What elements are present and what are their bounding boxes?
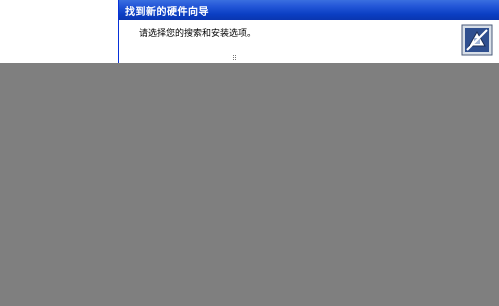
title-bar[interactable]: 找到新的硬件向导: [119, 0, 499, 20]
window-title: 找到新的硬件向导: [125, 6, 209, 18]
screenshot: 找到新的硬件向导 请选择您的搜索和安装选项。: [0, 0, 499, 306]
cursor-mark: [233, 55, 236, 60]
hardware-wizard-icon: [461, 24, 493, 56]
header-prompt: 请选择您的搜索和安装选项。: [139, 29, 257, 39]
gray-overlay: [0, 63, 499, 306]
wizard-header: 请选择您的搜索和安装选项。: [119, 20, 499, 64]
